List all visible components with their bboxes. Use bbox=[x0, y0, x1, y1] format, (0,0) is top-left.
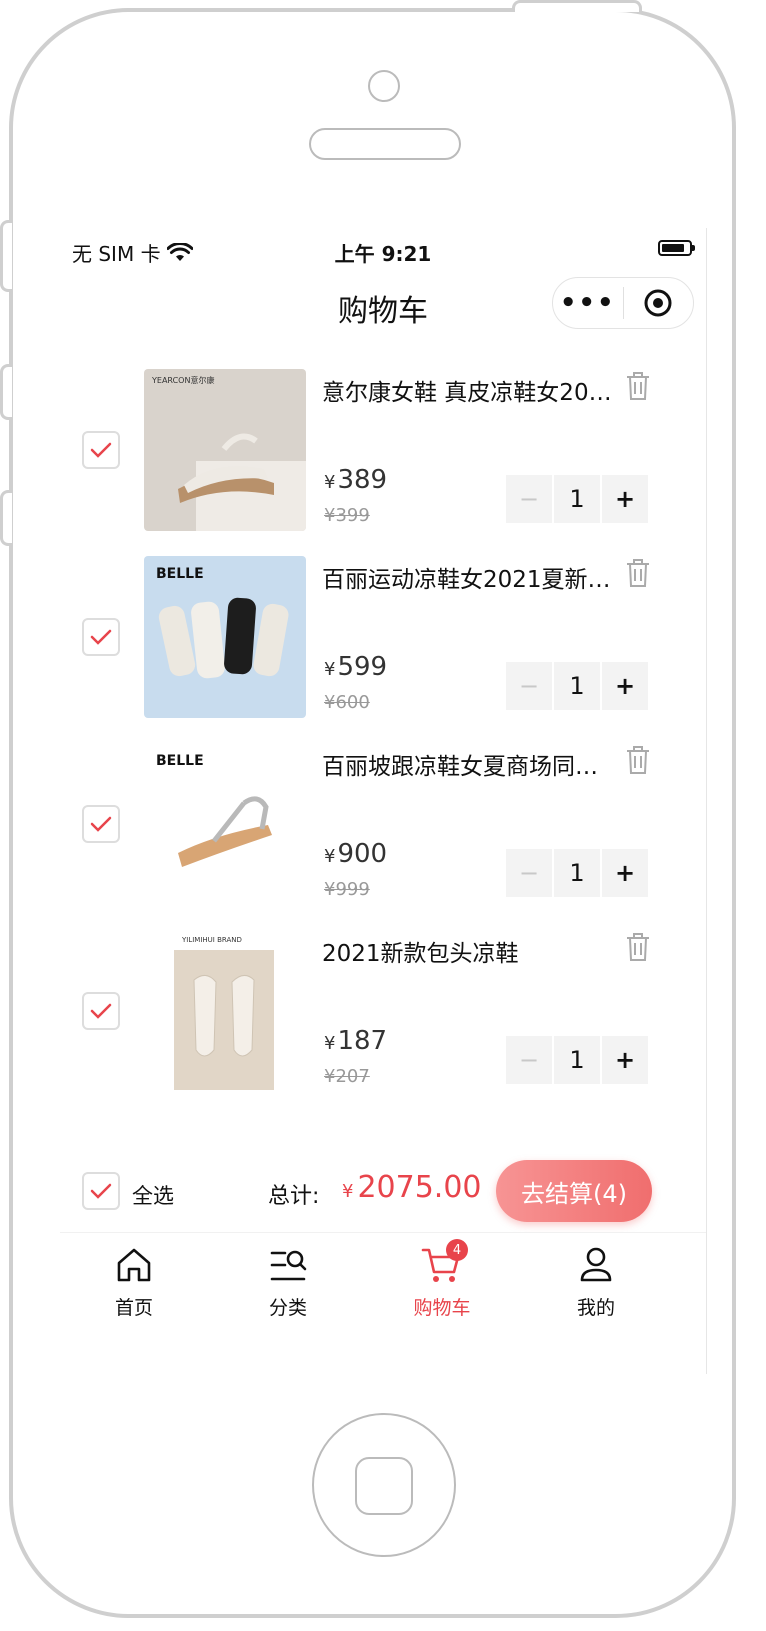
app-screen: 无 SIM 卡 上午 9:21 购物车 ••• YEARCON意尔康 意尔康女鞋… bbox=[60, 228, 707, 1374]
trash-icon[interactable] bbox=[624, 745, 652, 779]
tab-label: 分类 bbox=[268, 1297, 307, 1319]
decrease-button[interactable]: − bbox=[506, 662, 552, 710]
quantity-stepper: − 1 + bbox=[506, 662, 648, 710]
status-bar: 无 SIM 卡 上午 9:21 bbox=[60, 228, 706, 272]
cart-item: YEARCON意尔康 意尔康女鞋 真皮凉鞋女2021夏季新款 ¥389 ¥399… bbox=[60, 369, 706, 545]
decrease-button[interactable]: − bbox=[506, 849, 552, 897]
trash-icon[interactable] bbox=[624, 558, 652, 592]
select-all-checkbox[interactable] bbox=[82, 1172, 120, 1210]
product-price: ¥900 bbox=[324, 839, 387, 869]
tab-bar: 首页 分类 4 购物车 我的 bbox=[60, 1232, 706, 1325]
decrease-button[interactable]: − bbox=[506, 475, 552, 523]
check-icon bbox=[90, 816, 112, 832]
quantity-stepper: − 1 + bbox=[506, 849, 648, 897]
category-search-icon bbox=[270, 1250, 307, 1281]
currency-symbol: ¥ bbox=[342, 1181, 354, 1202]
brand-logo-text: BELLE bbox=[156, 753, 204, 769]
trash-icon[interactable] bbox=[624, 371, 652, 405]
brand-logo-text: BELLE bbox=[156, 566, 204, 582]
quantity-value[interactable]: 1 bbox=[554, 849, 600, 897]
increase-button[interactable]: + bbox=[602, 662, 648, 710]
user-icon bbox=[580, 1247, 612, 1282]
original-price: ¥600 bbox=[324, 692, 370, 713]
select-all-label[interactable]: 全选 bbox=[132, 1180, 174, 1210]
front-camera bbox=[368, 70, 400, 102]
product-image[interactable]: BELLE bbox=[144, 556, 306, 718]
tab-label: 首页 bbox=[114, 1297, 153, 1319]
trash-icon[interactable] bbox=[624, 932, 652, 966]
total-value: 2075.00 bbox=[357, 1170, 482, 1205]
check-icon bbox=[90, 629, 112, 645]
nav-bar: 购物车 ••• bbox=[60, 272, 706, 338]
total-label: 总计: bbox=[268, 1184, 320, 1209]
price-value: 900 bbox=[337, 839, 388, 869]
increase-button[interactable]: + bbox=[602, 849, 648, 897]
product-name[interactable]: 2021新款包头凉鞋 bbox=[322, 934, 616, 968]
battery-level bbox=[662, 244, 684, 252]
increase-button[interactable]: + bbox=[602, 475, 648, 523]
battery-icon bbox=[658, 240, 695, 256]
currency-symbol: ¥ bbox=[324, 1033, 336, 1054]
decrease-button[interactable]: − bbox=[506, 1036, 552, 1084]
home-icon bbox=[117, 1248, 151, 1282]
total-amount: ¥2075.00 bbox=[342, 1170, 482, 1205]
mute-switch bbox=[0, 220, 12, 292]
speaker-grille bbox=[309, 128, 461, 160]
cart-badge: 4 bbox=[446, 1239, 468, 1261]
item-checkbox[interactable] bbox=[82, 618, 120, 656]
cart-item: BELLE 百丽坡跟凉鞋女夏商场同款一字带 ¥900 ¥999 − 1 + bbox=[60, 743, 706, 919]
product-price: ¥599 bbox=[324, 652, 387, 682]
original-price: ¥399 bbox=[324, 505, 370, 526]
product-image[interactable]: YEARCON意尔康 bbox=[144, 369, 306, 531]
checkout-bar: 全选 总计: ¥2075.00 去结算(4) bbox=[60, 1158, 706, 1230]
quantity-value[interactable]: 1 bbox=[554, 1036, 600, 1084]
tab-cart[interactable]: 4 购物车 bbox=[382, 1239, 502, 1320]
volume-down-button bbox=[0, 490, 12, 546]
product-price: ¥187 bbox=[324, 1026, 387, 1056]
price-value: 187 bbox=[337, 1026, 388, 1056]
mini-program-capsule: ••• bbox=[552, 277, 694, 329]
checkout-button[interactable]: 去结算(4) bbox=[496, 1160, 652, 1222]
increase-button[interactable]: + bbox=[602, 1036, 648, 1084]
cart-item: YILIMIHUI BRAND 2021新款包头凉鞋 ¥187 ¥207 − 1… bbox=[60, 930, 706, 1106]
currency-symbol: ¥ bbox=[324, 846, 336, 867]
tab-label: 我的 bbox=[576, 1297, 615, 1319]
product-name[interactable]: 百丽运动凉鞋女2021夏新款魔术贴 bbox=[322, 560, 616, 594]
quantity-value[interactable]: 1 bbox=[554, 662, 600, 710]
tab-label: 购物车 bbox=[413, 1297, 471, 1319]
home-button-square bbox=[355, 1457, 413, 1515]
product-name[interactable]: 意尔康女鞋 真皮凉鞋女2021夏季新款 bbox=[322, 373, 616, 407]
currency-symbol: ¥ bbox=[324, 472, 336, 493]
power-button bbox=[512, 0, 642, 12]
volume-up-button bbox=[0, 364, 12, 420]
cart-item: BELLE 百丽运动凉鞋女2021夏新款魔术贴 ¥599 ¥600 − 1 + bbox=[60, 556, 706, 732]
more-dots-icon[interactable]: ••• bbox=[553, 288, 623, 318]
target-icon[interactable] bbox=[624, 288, 694, 318]
product-name[interactable]: 百丽坡跟凉鞋女夏商场同款一字带 bbox=[322, 747, 616, 781]
price-value: 389 bbox=[337, 465, 388, 495]
quantity-stepper: − 1 + bbox=[506, 1036, 648, 1084]
quantity-stepper: − 1 + bbox=[506, 475, 648, 523]
item-checkbox[interactable] bbox=[82, 992, 120, 1030]
original-price: ¥999 bbox=[324, 879, 370, 900]
quantity-value[interactable]: 1 bbox=[554, 475, 600, 523]
product-image[interactable]: YILIMIHUI BRAND bbox=[144, 930, 306, 1092]
check-icon bbox=[90, 442, 112, 458]
tab-category[interactable]: 分类 bbox=[228, 1243, 348, 1320]
original-price: ¥207 bbox=[324, 1066, 370, 1087]
price-value: 599 bbox=[337, 652, 388, 682]
product-image[interactable]: BELLE bbox=[144, 743, 306, 905]
item-checkbox[interactable] bbox=[82, 431, 120, 469]
status-time: 上午 9:21 bbox=[334, 242, 432, 266]
brand-logo-text: YEARCON意尔康 bbox=[151, 375, 214, 385]
check-icon bbox=[90, 1003, 112, 1019]
product-price: ¥389 bbox=[324, 465, 387, 495]
item-checkbox[interactable] bbox=[82, 805, 120, 843]
currency-symbol: ¥ bbox=[324, 659, 336, 680]
brand-logo-text: YILIMIHUI BRAND bbox=[181, 936, 242, 944]
check-icon bbox=[90, 1183, 112, 1199]
tab-home[interactable]: 首页 bbox=[74, 1243, 194, 1320]
tab-profile[interactable]: 我的 bbox=[536, 1243, 656, 1320]
